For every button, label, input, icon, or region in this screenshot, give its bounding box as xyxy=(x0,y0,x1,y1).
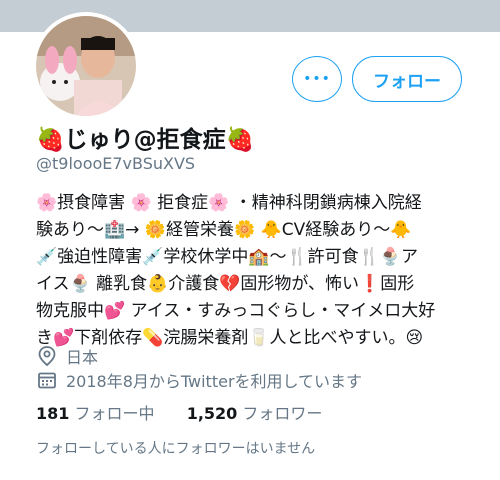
avatar-image xyxy=(36,16,136,116)
bio-line: き💕下剤依存💊浣腸栄養剤🥛人と比べやすい。😢 xyxy=(36,328,424,348)
followers-count: 1,520 xyxy=(186,404,238,423)
avatar[interactable] xyxy=(32,12,140,120)
follow-button-label: フォロー xyxy=(373,71,441,92)
profile-bio: 🌸摂食障害 🌸 拒食症🌸 ・精神科閉鎖病棟入院経 験あり〜🏥→ 🌼経管栄養🌼 🐥… xyxy=(36,190,476,352)
followers-link[interactable]: 1,520 フォロワー xyxy=(187,404,323,423)
bio-line: 験あり〜🏥→ 🌼経管栄養🌼 🐥CV経験あり〜🐥 xyxy=(36,220,412,240)
bio-line: 物克服中💕 アイス・すみっコぐらし・マイメロ大好 xyxy=(36,301,436,321)
follow-button[interactable]: フォロー xyxy=(352,56,462,102)
location-row: 日本 xyxy=(36,344,98,368)
mutual-followers-note: フォローしている人にフォロワーはいません xyxy=(36,441,316,457)
following-link[interactable]: 181 フォロー中 xyxy=(36,404,160,423)
following-count: 181 xyxy=(36,404,70,423)
joined-text: 2018年8月からTwitterを利用しています xyxy=(66,372,363,391)
bio-line: 💉強迫性障害💉学校休学中🏫〜🍴許可食🍴🍨ア xyxy=(36,247,419,267)
follow-stats: 181 フォロー中 1,520 フォロワー xyxy=(36,400,322,424)
display-name: 🍓じゅり@拒食症🍓 xyxy=(36,127,255,153)
calendar-icon xyxy=(36,369,58,391)
location-text: 日本 xyxy=(66,348,99,367)
location-pin-icon xyxy=(36,345,58,367)
bio-line: 🌸摂食障害 🌸 拒食症🌸 ・精神科閉鎖病棟入院経 xyxy=(36,193,422,213)
user-handle: @t9loooE7vBSuXVS xyxy=(36,154,196,173)
more-dots-icon: ••• xyxy=(303,71,331,87)
joined-row: 2018年8月からTwitterを利用しています xyxy=(36,368,362,392)
more-options-button[interactable]: ••• xyxy=(292,56,342,102)
following-label: フォロー中 xyxy=(74,404,155,423)
followers-label: フォロワー xyxy=(242,404,323,423)
bio-line: イス🍨 離乳食👶介護食💔固形物が、怖い❗️固形 xyxy=(36,274,415,294)
